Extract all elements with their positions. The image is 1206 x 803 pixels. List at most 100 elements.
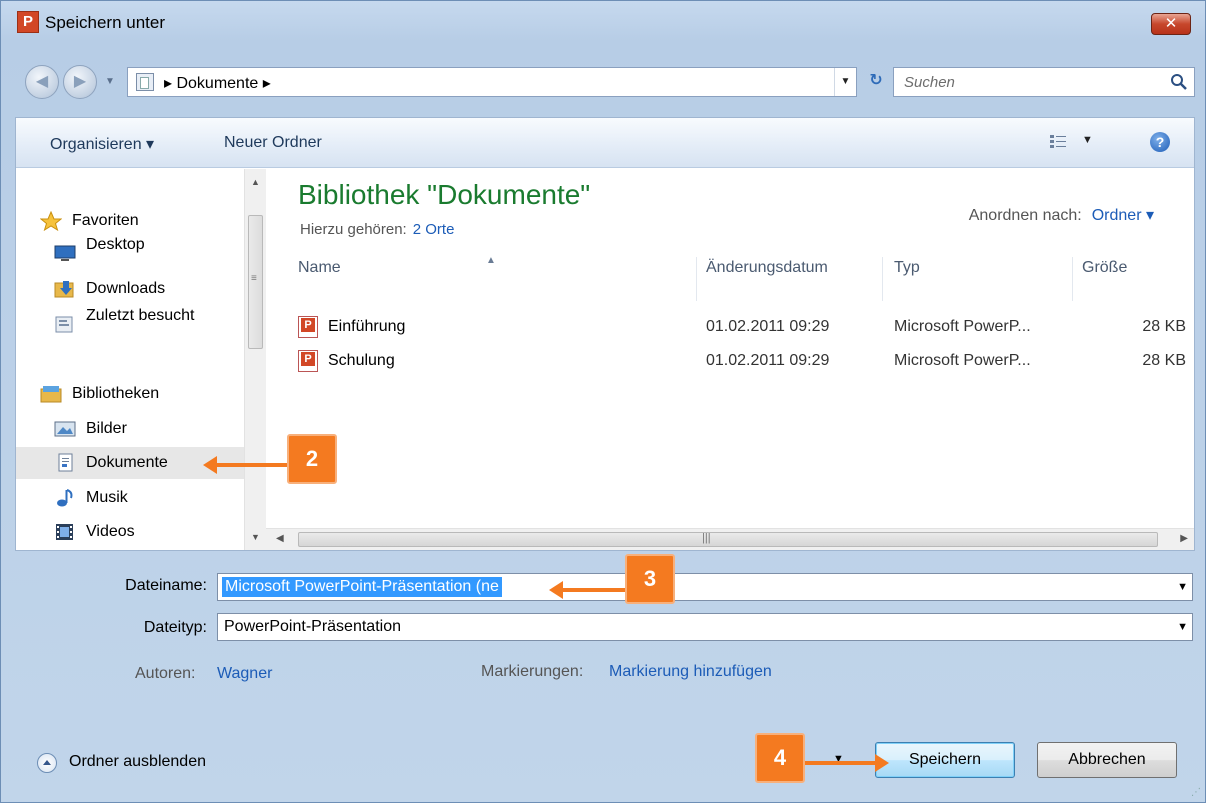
back-button[interactable]: ◀ [25,65,59,99]
address-dropdown[interactable]: ▼ [834,68,856,96]
column-header-date[interactable]: Änderungsdatum [706,259,828,301]
annotation-arrow-line [561,588,625,592]
save-button[interactable]: Speichern [875,742,1015,778]
file-row[interactable]: Schulung 01.02.2011 09:29 Microsoft Powe… [266,345,1194,377]
sidebar-item-music[interactable]: Musik [16,482,244,514]
column-divider[interactable] [1072,257,1073,301]
annotation-step-3: 3 [625,554,675,604]
recent-pages-dropdown[interactable]: ▼ [102,71,118,93]
filename-label: Dateiname: [125,577,207,594]
collapse-up-icon [37,753,57,773]
sidebar-item-label: Bibliotheken [72,385,160,402]
powerpoint-app-icon: P [17,11,39,33]
star-icon [40,211,62,231]
downloads-folder-icon [54,281,74,298]
column-header-size[interactable]: Größe [1082,259,1127,301]
file-list-pane: Bibliothek "Dokumente" Hierzu gehören: 2 … [266,169,1194,550]
hide-folders-label: Ordner ausblenden [69,753,206,770]
column-divider[interactable] [696,257,697,301]
view-list-icon [1050,135,1066,148]
file-size: 28 KB [1142,318,1186,335]
sidebar-item-label: Desktop [86,236,145,253]
sidebar-item-favorites[interactable]: Favoriten [16,205,244,237]
sidebar-item-label: Downloads [86,280,166,297]
address-bar[interactable]: ▸ Dokumente ▸ ▼ [127,67,857,97]
forward-button[interactable]: ▶ [63,65,97,99]
refresh-button[interactable]: ↻ [861,67,891,97]
filetype-value: PowerPoint-Präsentation [224,618,401,635]
annotation-arrow-line [215,463,287,467]
powerpoint-file-icon [298,350,318,372]
annotation-arrowhead [875,754,889,772]
title-bar[interactable]: P Speichern unter ✕ [1,1,1205,45]
scrollbar-thumb[interactable] [298,532,1158,547]
sidebar-item-pictures[interactable]: Bilder [16,413,244,445]
music-note-icon [57,489,73,507]
library-icon [136,73,154,91]
pictures-icon [54,421,76,437]
authors-field[interactable]: Wagner [217,665,272,683]
navigation-pane: Favoriten Desktop Downloads Zuletzt besu… [16,169,244,550]
sidebar-item-label: Musik [86,489,128,506]
annotation-step-4: 4 [755,733,805,783]
sidebar-item-libraries[interactable]: Bibliotheken [16,378,244,410]
filename-value: Microsoft PowerPoint-Präsentation (ne [222,577,502,597]
cancel-button[interactable]: Abbrechen [1037,742,1177,778]
library-title: Bibliothek "Dokumente" [298,179,591,210]
column-divider[interactable] [882,257,883,301]
search-input[interactable]: Suchen [893,67,1195,97]
new-folder-button[interactable]: Neuer Ordner [224,134,322,152]
column-header-name[interactable]: Name [298,259,341,301]
scroll-up-icon[interactable]: ▲ [251,177,260,187]
close-button[interactable]: ✕ [1151,13,1191,35]
sidebar-item-desktop[interactable]: Desktop [16,236,244,269]
arrange-by-dropdown[interactable]: Ordner ▾ [1092,207,1154,224]
chevron-down-icon: ▼ [840,76,851,87]
sidebar-item-label: Dokumente [86,454,168,471]
column-header-type[interactable]: Typ [894,259,920,301]
libraries-icon [40,386,62,403]
view-options-button[interactable]: ▼ [1050,132,1100,154]
filetype-select[interactable]: PowerPoint-Präsentation ▼ [217,613,1193,641]
scroll-grip-icon: ≡ [251,273,257,284]
tags-label: Markierungen: [481,663,584,680]
powerpoint-file-icon [298,316,318,338]
library-includes-label: Hierzu gehören: [300,221,407,238]
sidebar-item-label: Bilder [86,420,127,437]
video-film-icon [56,524,73,540]
documents-icon [58,453,73,472]
sidebar-item-downloads[interactable]: Downloads [16,273,244,305]
command-bar: Organisieren ▾ Neuer Ordner ▼ ? [16,118,1194,168]
scroll-left-icon[interactable]: ◀ [276,533,284,544]
organize-menu[interactable]: Organisieren ▾ [50,134,154,154]
file-row[interactable]: Einführung 01.02.2011 09:29 Microsoft Po… [266,311,1194,343]
filename-field[interactable]: Microsoft PowerPoint-Präsentation (ne ▼ [217,573,1193,601]
sidebar-item-recent[interactable]: Zuletzt besucht [16,307,244,341]
scroll-down-icon[interactable]: ▼ [251,532,260,542]
chevron-down-icon[interactable]: ▼ [1177,616,1188,638]
sidebar-item-label: Videos [86,523,135,540]
file-size: 28 KB [1142,352,1186,369]
library-locations-link[interactable]: 2 Orte [413,221,455,238]
arrow-left-icon: ◀ [35,73,49,90]
scroll-right-icon[interactable]: ▶ [1180,533,1188,544]
navigation-pane-scrollbar[interactable]: ▲ ≡ ▼ [244,169,266,550]
address-path[interactable]: ▸ Dokumente ▸ [164,73,271,93]
save-as-dialog: P Speichern unter ✕ ◀ ▶ ▼ ▸ Dokumente ▸ … [0,0,1206,803]
help-icon[interactable]: ? [1150,132,1170,152]
arrow-right-icon: ▶ [73,73,87,90]
chevron-down-icon[interactable]: ▼ [1177,576,1188,598]
resize-grip-icon[interactable]: ⋰ [1191,787,1201,798]
authors-label: Autoren: [135,665,196,682]
sidebar-item-videos[interactable]: Videos [16,516,244,548]
refresh-icon: ↻ [869,72,883,89]
search-icon[interactable] [1170,73,1188,91]
filetype-label: Dateityp: [143,619,207,636]
file-browser: Organisieren ▾ Neuer Ordner ▼ ? Favorite… [15,117,1195,551]
tags-field[interactable]: Markierung hinzufügen [609,663,772,681]
chevron-down-icon: ▼ [105,76,115,87]
library-includes: Hierzu gehören: 2 Orte [300,221,454,238]
file-list-hscrollbar[interactable]: ◀ ||| ▶ [266,528,1194,550]
annotation-step-2: 2 [287,434,337,484]
sidebar-item-label: Zuletzt besucht [86,307,195,324]
